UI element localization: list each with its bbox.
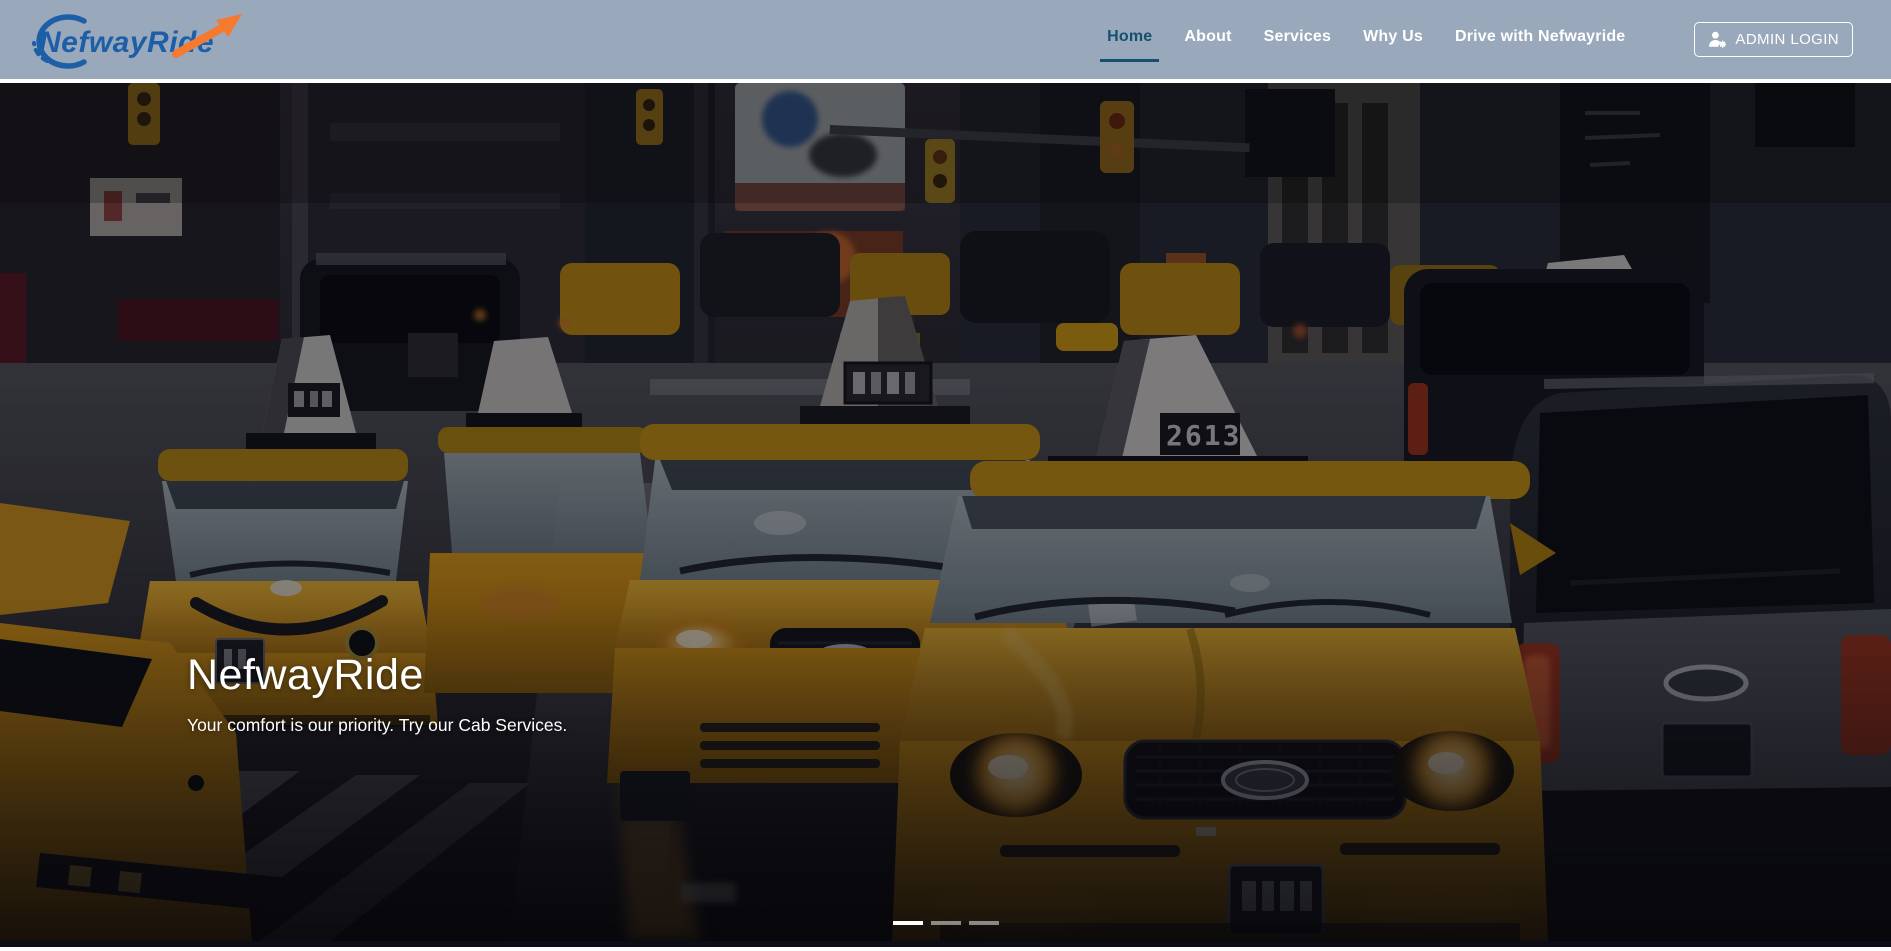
logo-text: NefwayRide <box>39 26 214 59</box>
carousel-indicators <box>0 921 1891 925</box>
hero-photo-illustration: 2613 <box>0 83 1891 941</box>
admin-login-button[interactable]: ADMIN LOGIN <box>1694 22 1853 57</box>
hero-carousel: 2613 <box>0 83 1891 941</box>
page: NefwayRide Home About Services Why Us Dr… <box>0 0 1891 947</box>
logo[interactable]: NefwayRide <box>24 10 280 70</box>
hero-caption: NefwayRide Your comfort is our priority.… <box>187 651 567 736</box>
nav-services[interactable]: Services <box>1263 24 1332 56</box>
nav-about[interactable]: About <box>1183 24 1232 56</box>
admin-login-label: ADMIN LOGIN <box>1735 31 1839 48</box>
hero-title: NefwayRide <box>187 651 567 700</box>
nav-home[interactable]: Home <box>1106 24 1153 56</box>
carousel-indicator-3[interactable] <box>969 921 999 925</box>
hero-subtitle: Your comfort is our priority. Try our Ca… <box>187 715 567 736</box>
carousel-indicator-1[interactable] <box>893 921 923 925</box>
header: NefwayRide Home About Services Why Us Dr… <box>0 0 1891 83</box>
nav-why-us[interactable]: Why Us <box>1362 24 1424 56</box>
carousel-indicator-2[interactable] <box>931 921 961 925</box>
next-section-edge <box>0 941 1891 947</box>
photo-overlay <box>0 83 1891 941</box>
nav-drive-with-nefwayride[interactable]: Drive with Nefwayride <box>1454 24 1626 56</box>
logo-graphic: NefwayRide <box>24 10 280 70</box>
user-gear-icon <box>1708 31 1727 48</box>
main-nav: Home About Services Why Us Drive with Ne… <box>1106 22 1853 57</box>
